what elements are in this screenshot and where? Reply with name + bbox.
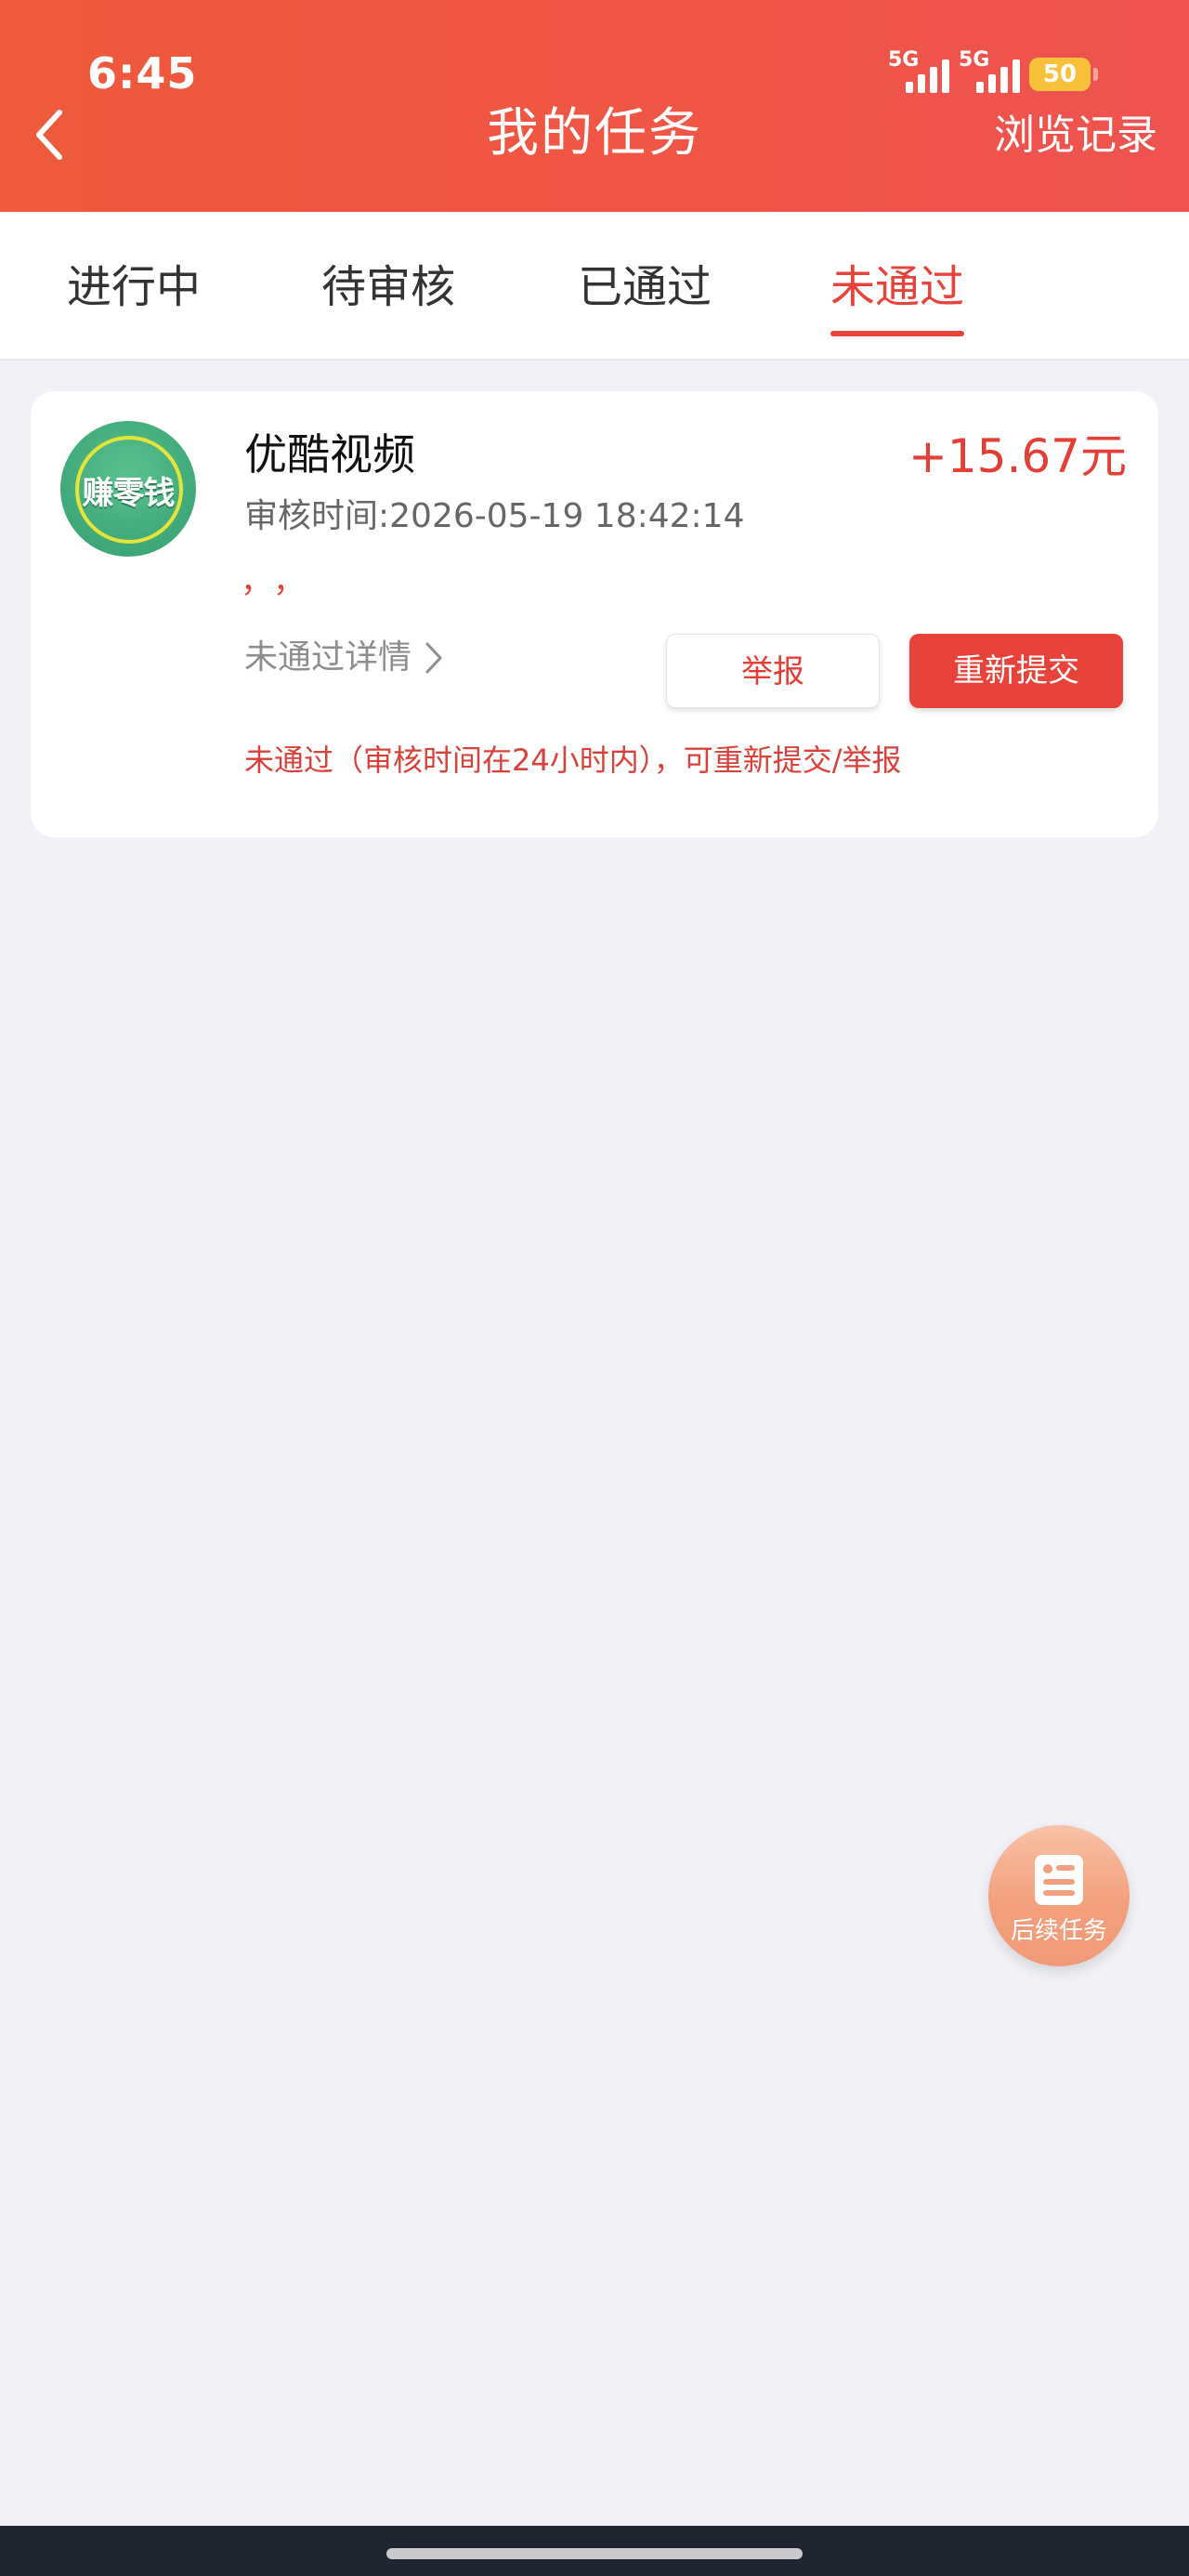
task-note: ，，: [241, 563, 321, 600]
battery-icon: 50: [1029, 58, 1098, 91]
signal-5g-icon: 5G: [959, 50, 1020, 95]
active-tab-indicator: [830, 331, 965, 336]
follow-up-task-label: 后续任务: [1010, 1917, 1107, 1945]
tab-pending-review[interactable]: 待审核: [321, 256, 455, 318]
task-card[interactable]: 赚零钱 优酷视频 +15.67元 审核时间:2026-05-19 18:42:1…: [31, 391, 1158, 837]
review-time-label: 审核时间:: [244, 497, 390, 535]
signal-5g-icon: 5G: [888, 50, 949, 95]
rejection-note: 未通过（审核时间在24小时内），可重新提交/举报: [244, 743, 902, 778]
report-button[interactable]: 举报: [666, 634, 880, 708]
task-name: 优酷视频: [244, 429, 415, 480]
status-icons: 5G 5G 50: [888, 50, 1098, 95]
tab-label: 待审核: [321, 261, 456, 313]
page: 6:45 5G 5G 50 我的任务 浏览记录 进行中 待审核 已通过 未通过 …: [0, 0, 1189, 2576]
system-nav-bar: [0, 2526, 1189, 2576]
browse-history-link[interactable]: 浏览记录: [994, 106, 1157, 165]
signal-bars: [906, 59, 949, 93]
app-logo: 赚零钱: [60, 421, 196, 557]
tab-rejected[interactable]: 未通过: [830, 256, 965, 336]
review-time-value: 2026-05-19 18:42:14: [389, 497, 745, 535]
status-time: 6:45: [87, 48, 198, 99]
tab-bar: 进行中 待审核 已通过 未通过: [0, 212, 1189, 361]
logo-text: 赚零钱: [82, 475, 176, 512]
task-list-icon: [1035, 1855, 1083, 1905]
header: 6:45 5G 5G 50 我的任务 浏览记录: [0, 0, 1189, 212]
signal-bars: [976, 59, 1020, 93]
reward-amount: +15.67元: [908, 429, 1127, 483]
follow-up-task-button[interactable]: 后续任务: [988, 1825, 1130, 1966]
rejection-details-label: 未通过详情: [244, 638, 412, 677]
tab-label: 进行中: [67, 261, 202, 313]
resubmit-button[interactable]: 重新提交: [909, 634, 1123, 708]
home-indicator[interactable]: [386, 2548, 803, 2559]
rejection-details-link[interactable]: 未通过详情: [244, 635, 443, 681]
chevron-right-icon: [425, 642, 442, 674]
tab-label: 未通过: [830, 261, 965, 313]
tab-label: 已通过: [578, 261, 712, 313]
tab-approved[interactable]: 已通过: [578, 256, 712, 318]
review-time: 审核时间:2026-05-19 18:42:14: [244, 493, 744, 540]
tab-in-progress[interactable]: 进行中: [67, 256, 201, 318]
